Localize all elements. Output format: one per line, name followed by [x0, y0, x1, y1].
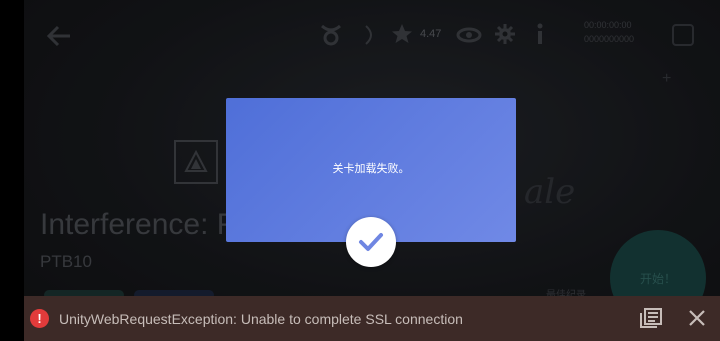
check-icon — [359, 233, 383, 251]
level-screen: 4.47 00:00:00:00 0000000000 + ale Interf… — [24, 0, 720, 341]
dialog-message: 关卡加载失败。 — [332, 163, 410, 175]
close-icon[interactable] — [688, 309, 706, 327]
error-message: UnityWebRequestException: Unable to comp… — [59, 311, 463, 327]
error-snackbar: ! UnityWebRequestException: Unable to co… — [24, 296, 720, 341]
error-alert-icon: ! — [30, 309, 49, 328]
log-list-icon[interactable] — [640, 308, 662, 328]
screen-edge — [0, 0, 24, 341]
confirm-button[interactable] — [346, 217, 396, 267]
